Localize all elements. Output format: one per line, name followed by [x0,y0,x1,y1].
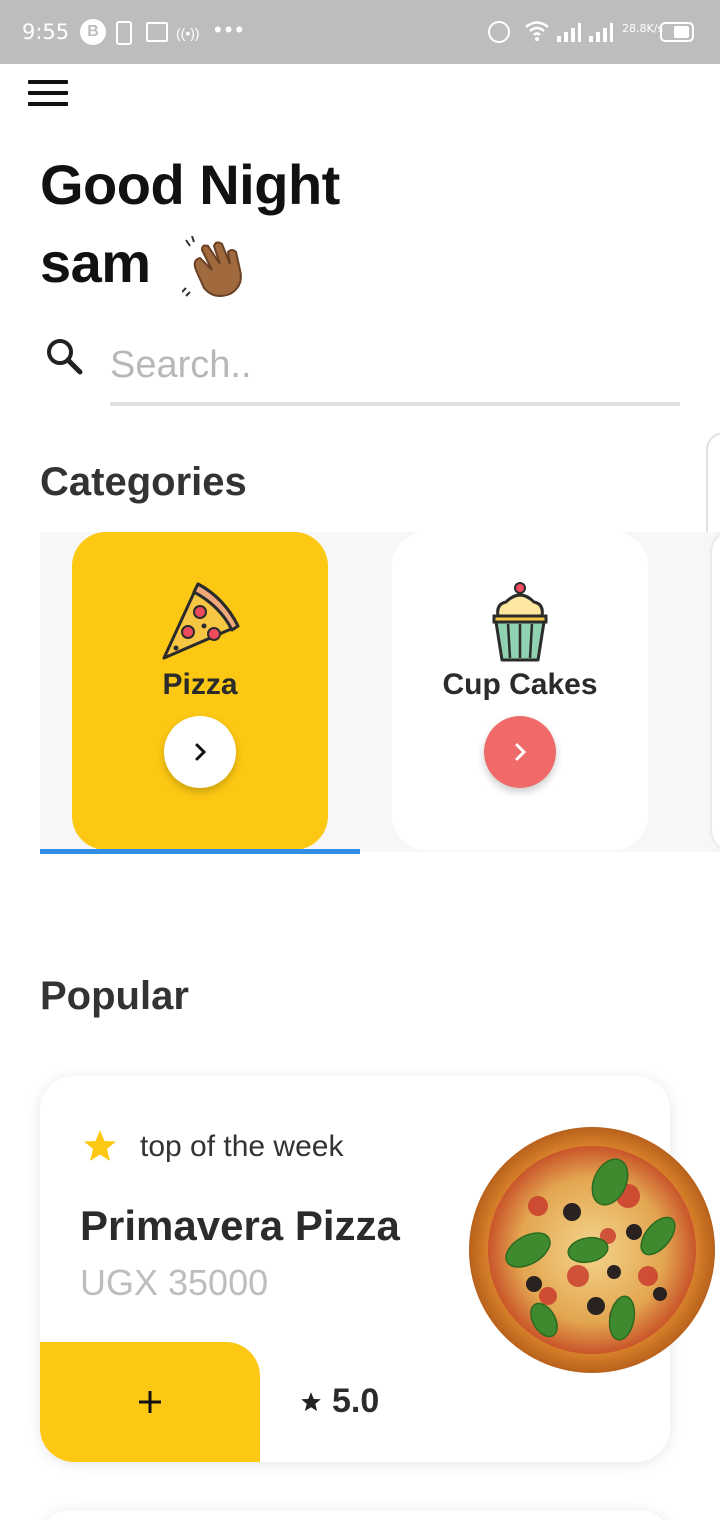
alarm-icon [488,21,510,43]
popular-item-name: Primavera Pizza [80,1202,400,1249]
category-selected-indicator [40,849,360,854]
menu-icon-line [28,102,68,106]
rating-star-icon [301,1391,321,1411]
image-icon [146,22,168,42]
status-time: 9:55 [22,20,70,44]
star-icon [84,1130,116,1161]
pizza-image[interactable] [468,1126,716,1374]
category-card-pizza[interactable]: Pizza [72,532,328,850]
status-bar: 9:55 B ((•)) ••• 28.8 K/s [0,0,720,64]
menu-icon-line [28,80,68,84]
category-card-cupcakes[interactable]: Cup Cakes [392,532,648,850]
plus-icon [139,1391,161,1413]
network-speed: 28.8 K/s [622,14,663,42]
category-label: Pizza [162,668,238,701]
battery-icon [660,22,694,42]
more-notifications-icon: ••• [214,17,247,42]
wifi-icon [525,21,549,41]
category-icon-wrap [72,580,328,664]
menu-icon-line [28,91,68,95]
chevron-right-icon [195,743,207,761]
category-icon-wrap [392,580,648,664]
category-label: Cup Cakes [442,668,598,701]
search-icon[interactable] [44,336,84,376]
category-card-next[interactable] [712,532,720,850]
b-app-icon: B [80,19,106,45]
search-input[interactable] [110,328,680,406]
hotspot-icon: ((•)) [176,25,200,41]
cupcake-icon [492,582,548,662]
chevron-right-icon [515,743,527,761]
add-to-cart-button[interactable] [40,1342,260,1462]
network-speed-value: 28.8 [622,21,647,35]
battery-saver-icon [116,21,132,45]
category-arrow-button[interactable] [164,716,236,788]
menu-button[interactable] [28,80,68,108]
pizza-icon [162,582,240,660]
waving-hand-icon [181,236,242,298]
greeting-name: sam [40,231,151,294]
greeting-line2-row: sam [40,224,340,302]
popular-tag: top of the week [140,1130,344,1163]
categories-title: Categories [40,460,247,504]
category-arrow-button[interactable] [484,716,556,788]
signal-1-icon [557,23,581,42]
rating: 5.0 [300,1382,379,1421]
greeting-line1: Good Night [40,153,340,216]
popular-item-price: UGX 35000 [80,1262,269,1303]
rating-value: 5.0 [332,1382,380,1420]
signal-2-icon [589,23,613,42]
greeting: Good Night sam [40,146,340,302]
popular-title: Popular [40,974,189,1018]
popular-item-card-next[interactable] [40,1510,670,1520]
